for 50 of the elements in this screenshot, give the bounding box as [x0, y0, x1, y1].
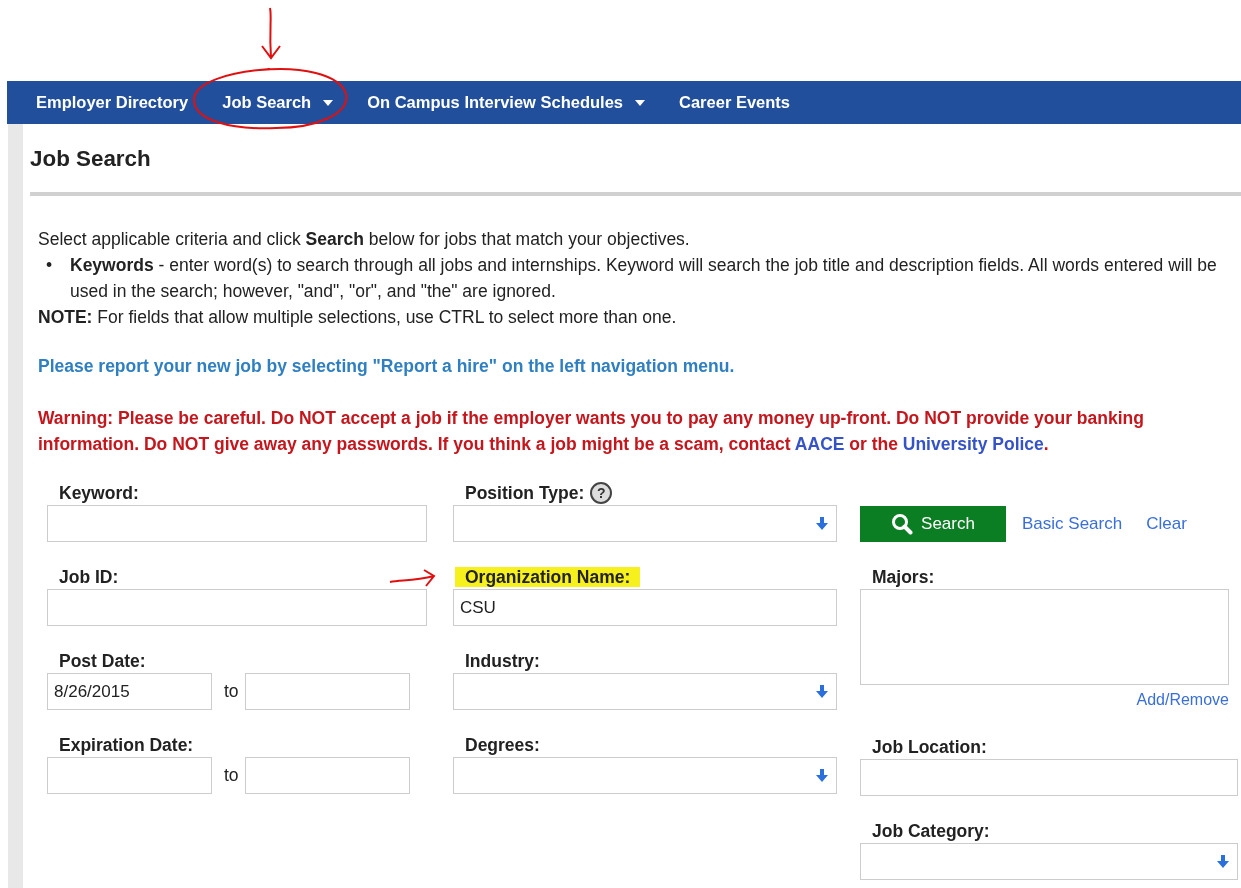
date-field[interactable]	[244, 673, 410, 710]
field-label: Organization Name:	[455, 567, 641, 587]
text-field[interactable]	[47, 505, 427, 542]
help-icon[interactable]: ?	[590, 482, 613, 504]
dropdown-field[interactable]	[453, 505, 837, 542]
warning-text: Warning: Please be careful. Do NOT accept a job if the employer wants you to pay any money up-front. Do NOT provide your banking information. Do NOT give away any passwords. If you think a job might be a scam, contact AACE or the University Police.	[38, 407, 1145, 456]
field-label: Post Date:	[59, 651, 146, 671]
down-arrow-icon	[1217, 855, 1229, 868]
nav-item[interactable]: Employer Directory	[19, 81, 206, 124]
dropdown-field[interactable]	[453, 673, 837, 710]
nav-item[interactable]: Career Events	[662, 81, 807, 124]
page-title: Job Search	[30, 146, 152, 172]
link[interactable]: Clear	[1138, 513, 1195, 534]
field-label: Degrees:	[465, 734, 540, 756]
link[interactable]: Basic Search	[1014, 513, 1131, 534]
field-label: Job Category:	[872, 820, 990, 842]
add-remove-link[interactable]: Add/Remove	[1136, 691, 1229, 709]
field-label: Majors:	[872, 567, 935, 587]
warning-link[interactable]: AACE	[794, 434, 845, 454]
down-arrow-icon	[816, 769, 828, 782]
field-label: Job Location:	[872, 737, 987, 757]
nav-item[interactable]: Job Search	[205, 81, 351, 124]
text-field[interactable]	[860, 759, 1238, 796]
down-arrow-icon	[816, 685, 828, 698]
down-arrow-icon	[816, 517, 828, 530]
text-field[interactable]	[47, 589, 427, 626]
field-label: Position Type:	[465, 482, 585, 504]
dropdown-field[interactable]	[453, 757, 837, 794]
date-field[interactable]	[47, 757, 212, 794]
bullet-marker: •	[46, 254, 54, 277]
search-icon	[891, 512, 914, 535]
date-field[interactable]	[244, 757, 410, 794]
field-label: Industry:	[465, 650, 540, 672]
instruction-bullet: Keywords - enter word(s) to search through all jobs and internships. Keyword will search the job title and description fields. All words entered will be used in the search; however, "and", "or", and "the" are ignored.	[70, 254, 1218, 303]
field-label: Keyword:	[59, 483, 139, 503]
list-box[interactable]	[860, 589, 1229, 685]
date-field[interactable]: 8/26/2015	[47, 673, 212, 710]
note-text: NOTE: For fields that allow multiple selections, use CTRL to select more than one.	[38, 306, 678, 329]
nav-item[interactable]: On Campus Interview Schedules	[350, 81, 663, 124]
text-field[interactable]: CSU	[453, 589, 837, 626]
search-button[interactable]: Search	[860, 505, 1006, 542]
instruction-text: Select applicable criteria and click Search below for jobs that match your objectives.	[38, 228, 691, 251]
field-label: Expiration Date:	[59, 735, 194, 755]
report-notice: Please report your new job by selecting "Report a hire" on the left navigation menu.	[38, 356, 736, 377]
range-separator: to	[224, 765, 239, 786]
annotation-arrow	[258, 6, 284, 62]
dropdown-field[interactable]	[860, 843, 1238, 880]
range-separator: to	[224, 681, 239, 702]
warning-link[interactable]: University Police	[902, 434, 1044, 454]
field-label: Job ID:	[59, 567, 119, 587]
